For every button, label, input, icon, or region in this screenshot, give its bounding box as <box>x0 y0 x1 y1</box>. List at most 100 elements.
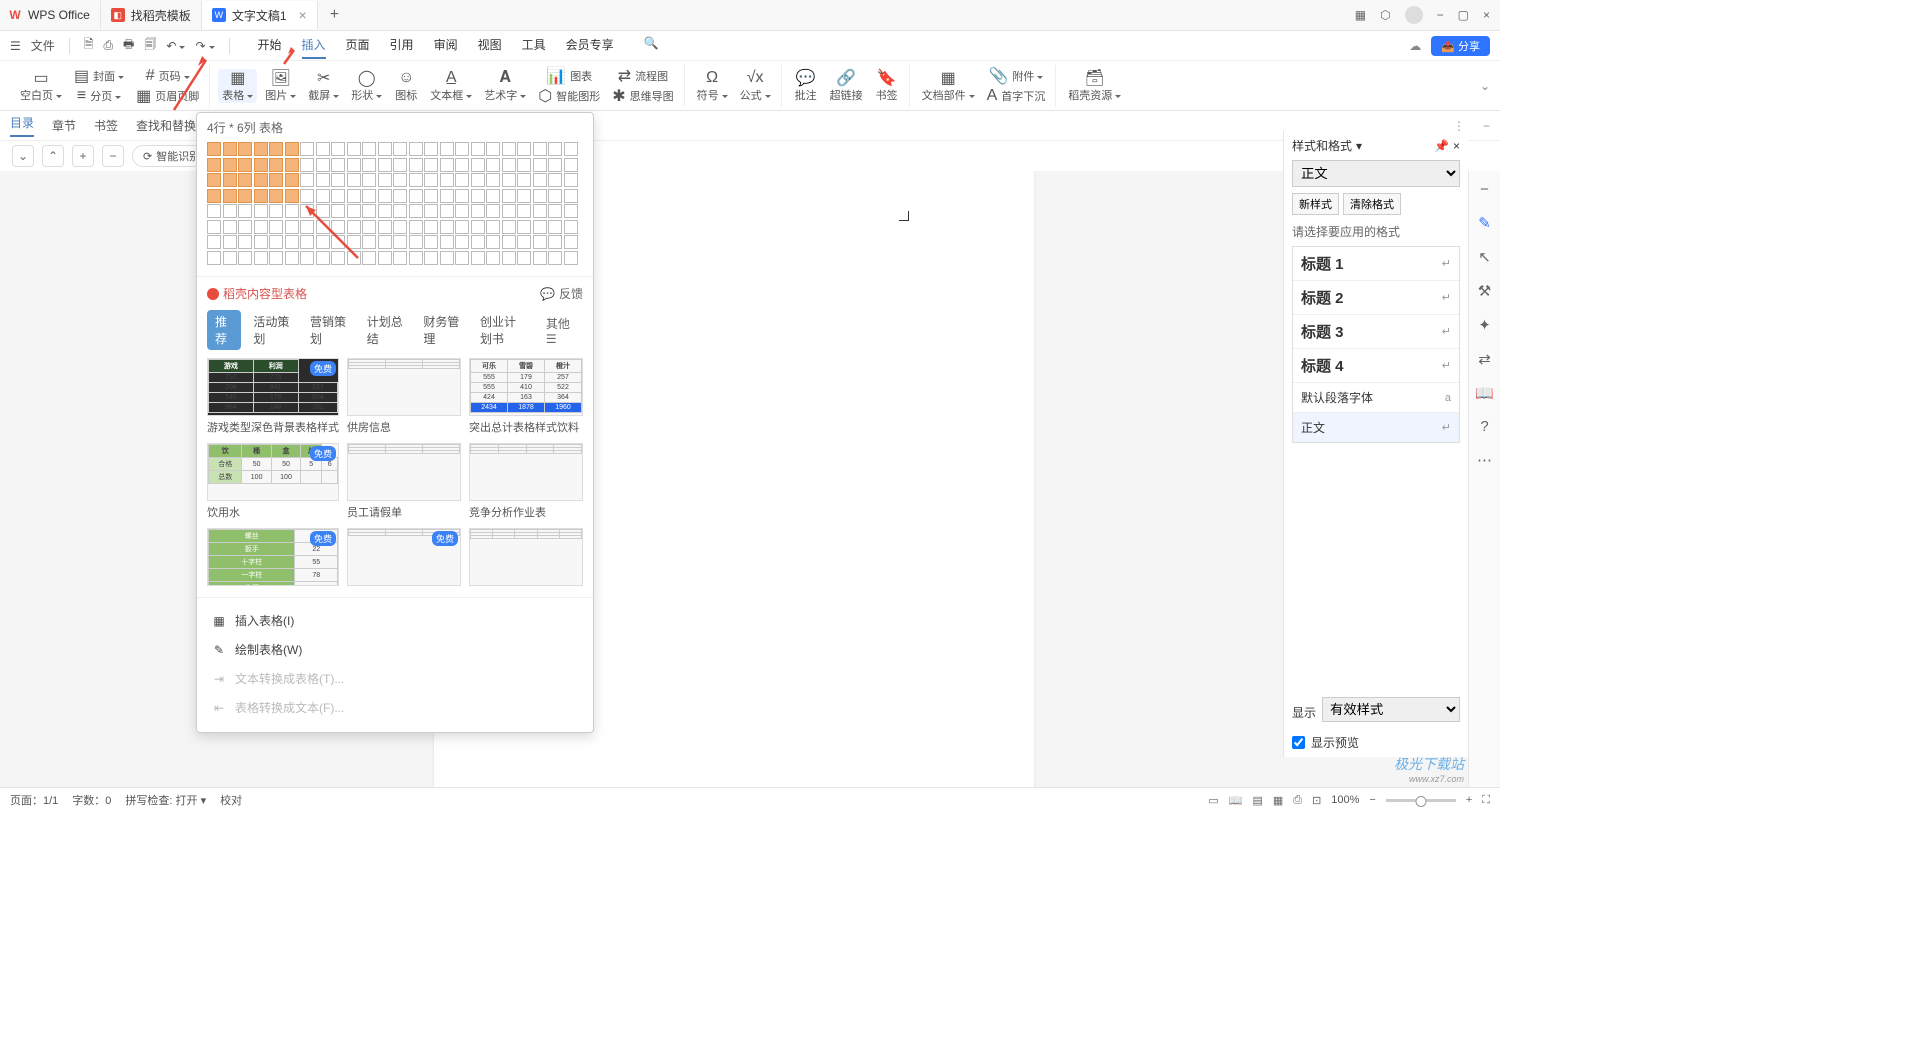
grid-cell[interactable] <box>207 235 221 249</box>
grid-cell[interactable] <box>393 158 407 172</box>
wordart-button[interactable]: 𝐀艺术字 <box>480 69 530 103</box>
toc-remove-icon[interactable]: − <box>102 145 124 167</box>
grid-cell[interactable] <box>347 189 361 203</box>
docparts-button[interactable]: ▦文档部件 <box>918 69 979 103</box>
grid-cell[interactable] <box>331 158 345 172</box>
grid-cell[interactable] <box>409 158 423 172</box>
grid-cell[interactable] <box>564 220 578 234</box>
grid-cell[interactable] <box>455 173 469 187</box>
grid-cell[interactable] <box>331 173 345 187</box>
grid-cell[interactable] <box>502 251 516 265</box>
style-heading1[interactable]: 标题 1↵ <box>1293 247 1459 281</box>
feedback-link[interactable]: 💬反馈 <box>540 285 583 302</box>
rail-book-icon[interactable]: 📖 <box>1475 384 1494 402</box>
grid-cell[interactable] <box>238 158 252 172</box>
grid-cell[interactable] <box>517 235 531 249</box>
grid-cell[interactable] <box>486 158 500 172</box>
grid-cell[interactable] <box>548 173 562 187</box>
grid-cell[interactable] <box>471 173 485 187</box>
grid-cell[interactable] <box>300 142 314 156</box>
grid-cell[interactable] <box>362 173 376 187</box>
smartart-button[interactable]: ⬡智能图形 <box>534 87 604 105</box>
grid-cell[interactable] <box>517 158 531 172</box>
grid-cell[interactable] <box>269 235 283 249</box>
preview-checkbox[interactable] <box>1292 736 1305 749</box>
fullscreen-icon[interactable]: ⛶ <box>1482 794 1490 807</box>
view-page-icon[interactable]: ▭ <box>1208 794 1218 807</box>
tpl-tab-business[interactable]: 创业计划书 <box>472 310 534 350</box>
grid-cell[interactable] <box>409 251 423 265</box>
tpl-tab-other[interactable]: 其他 ☰ <box>538 312 583 349</box>
nav-chapter[interactable]: 章节 <box>52 117 76 134</box>
grid-cell[interactable] <box>409 220 423 234</box>
grid-cell[interactable] <box>207 220 221 234</box>
grid-cell[interactable] <box>455 220 469 234</box>
grid-cell[interactable] <box>300 204 314 218</box>
grid-cell[interactable] <box>300 173 314 187</box>
grid-cell[interactable] <box>471 220 485 234</box>
file-menu[interactable]: 文件 <box>31 37 55 54</box>
grid-cell[interactable] <box>533 189 547 203</box>
grid-cell[interactable] <box>424 220 438 234</box>
chevron-down-icon[interactable]: ▾ <box>1356 139 1362 153</box>
grid-cell[interactable] <box>440 189 454 203</box>
grid-cell[interactable] <box>393 189 407 203</box>
grid-cell[interactable] <box>316 251 330 265</box>
tab-view[interactable]: 视图 <box>478 32 502 59</box>
table-button[interactable]: ▦表格 <box>218 69 257 103</box>
grid-cell[interactable] <box>409 235 423 249</box>
close-panel-icon[interactable]: × <box>1453 139 1460 153</box>
grid-cell[interactable] <box>409 189 423 203</box>
tab-reference[interactable]: 引用 <box>390 32 414 59</box>
style-body[interactable]: 正文↵ <box>1293 413 1459 442</box>
grid-cell[interactable] <box>533 204 547 218</box>
grid-cell[interactable] <box>424 189 438 203</box>
grid-cell[interactable] <box>254 235 268 249</box>
table-template[interactable]: 竞争分析作业表 <box>469 443 583 520</box>
status-page[interactable]: 页面：1/1 <box>10 792 58 808</box>
grid-cell[interactable] <box>533 173 547 187</box>
grid-cell[interactable] <box>517 142 531 156</box>
secnav-collapse-icon[interactable]: − <box>1483 119 1490 133</box>
rail-translate-icon[interactable]: ⇄ <box>1478 350 1491 368</box>
tpl-tab-plan[interactable]: 计划总结 <box>359 310 412 350</box>
grid-cell[interactable] <box>424 142 438 156</box>
grid-cell[interactable] <box>316 220 330 234</box>
grid-cell[interactable] <box>285 173 299 187</box>
insert-table-action[interactable]: ▦插入表格(I) <box>197 606 593 635</box>
grid-cell[interactable] <box>502 189 516 203</box>
attachment-button[interactable]: 📎附件 <box>983 67 1050 85</box>
grid-cell[interactable] <box>440 173 454 187</box>
close-tab-icon[interactable]: × <box>299 7 307 23</box>
page-number-button[interactable]: #页码 <box>132 67 203 85</box>
tab-member[interactable]: 会员专享 <box>566 32 614 59</box>
table-template[interactable]: 免费 <box>347 528 461 589</box>
hyperlink-button[interactable]: 🔗超链接 <box>826 69 867 103</box>
grid-cell[interactable] <box>254 251 268 265</box>
grid-cell[interactable] <box>440 142 454 156</box>
tab-review[interactable]: 审阅 <box>434 32 458 59</box>
header-footer-button[interactable]: ▦页眉页脚 <box>132 87 203 105</box>
grid-cell[interactable] <box>362 204 376 218</box>
grid-cell[interactable] <box>393 251 407 265</box>
grid-cell[interactable] <box>533 142 547 156</box>
grid-cell[interactable] <box>455 142 469 156</box>
grid-cell[interactable] <box>486 220 500 234</box>
grid-cell[interactable] <box>378 142 392 156</box>
tab-tools[interactable]: 工具 <box>522 32 546 59</box>
grid-cell[interactable] <box>331 189 345 203</box>
grid-cell[interactable] <box>502 220 516 234</box>
grid-cell[interactable] <box>548 251 562 265</box>
rail-ai-icon[interactable]: ✦ <box>1478 316 1491 334</box>
table-template[interactable]: 可乐雪碧橙汁5551792575554105224241633642434187… <box>469 358 583 435</box>
grid-cell[interactable] <box>548 220 562 234</box>
grid-cell[interactable] <box>347 251 361 265</box>
grid-cell[interactable] <box>362 189 376 203</box>
grid-cell[interactable] <box>564 204 578 218</box>
grid-cell[interactable] <box>440 235 454 249</box>
grid-cell[interactable] <box>378 204 392 218</box>
flowchart-button[interactable]: ⇄流程图 <box>608 67 677 85</box>
grid-cell[interactable] <box>502 235 516 249</box>
copy-icon[interactable]: 🗐 <box>144 35 156 56</box>
grid-cell[interactable] <box>316 189 330 203</box>
